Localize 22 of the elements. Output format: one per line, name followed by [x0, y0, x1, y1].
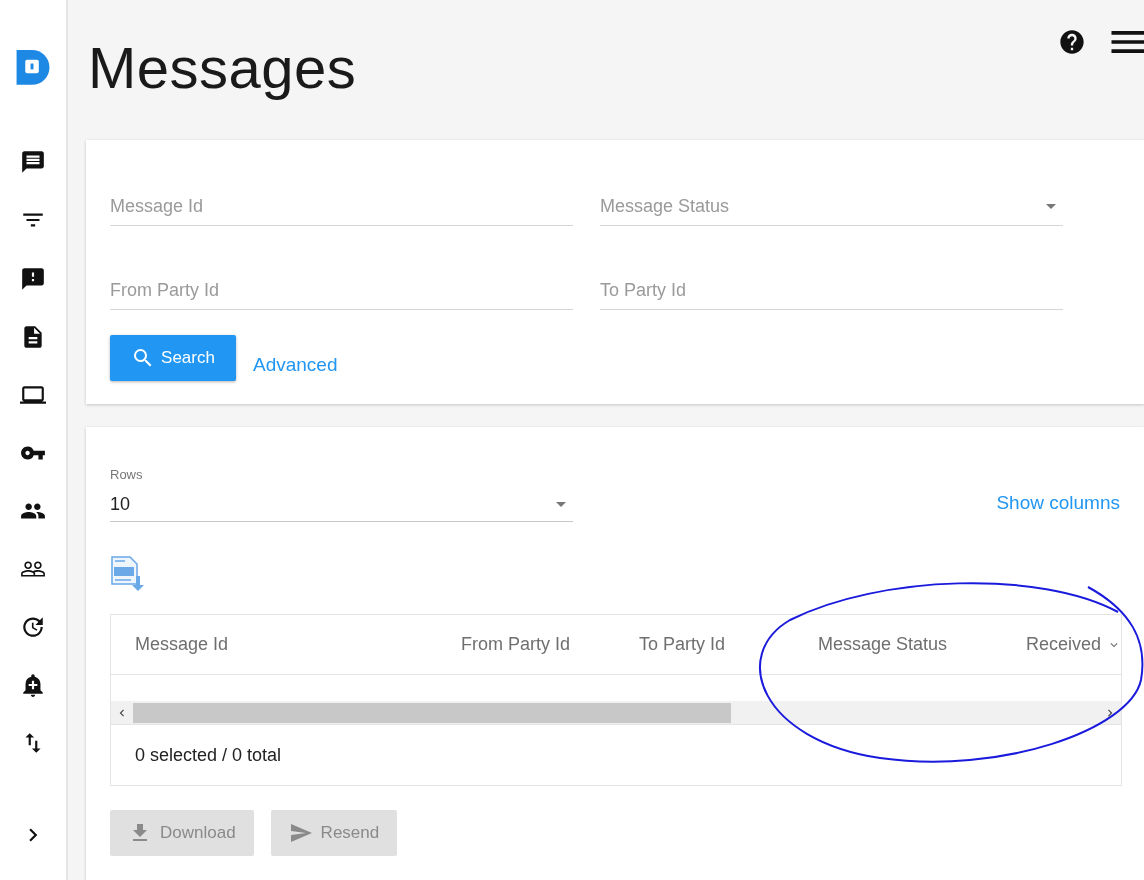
column-header[interactable]: Message Id: [111, 615, 437, 674]
show-columns-link[interactable]: Show columns: [996, 492, 1120, 514]
column-header[interactable]: Received: [1002, 615, 1121, 674]
send-icon: [288, 821, 313, 845]
column-header[interactable]: Message Status: [794, 615, 1002, 674]
column-header[interactable]: From Party Id: [437, 615, 615, 674]
selection-count: 0 selected / 0 total: [135, 744, 282, 766]
search-button[interactable]: Search: [110, 335, 236, 381]
column-header[interactable]: To Party Id: [615, 615, 794, 674]
status-select[interactable]: Message Status: [600, 188, 1063, 226]
help-icon[interactable]: [1058, 28, 1086, 56]
input-field[interactable]: Message Id: [110, 188, 573, 226]
input-field[interactable]: From Party Id: [110, 272, 573, 310]
input-field[interactable]: To Party Id: [600, 272, 1063, 310]
dropdown-caret-icon: [556, 502, 566, 507]
rows-select[interactable]: 10: [110, 488, 573, 522]
rows-label: Rows: [110, 467, 144, 482]
page-title: Messages: [88, 34, 357, 101]
advanced-link[interactable]: Advanced: [253, 354, 338, 376]
scrollbar-thumb[interactable]: [133, 702, 731, 723]
dropdown-caret-icon: [1046, 204, 1056, 209]
logo-icon: [16, 50, 50, 85]
